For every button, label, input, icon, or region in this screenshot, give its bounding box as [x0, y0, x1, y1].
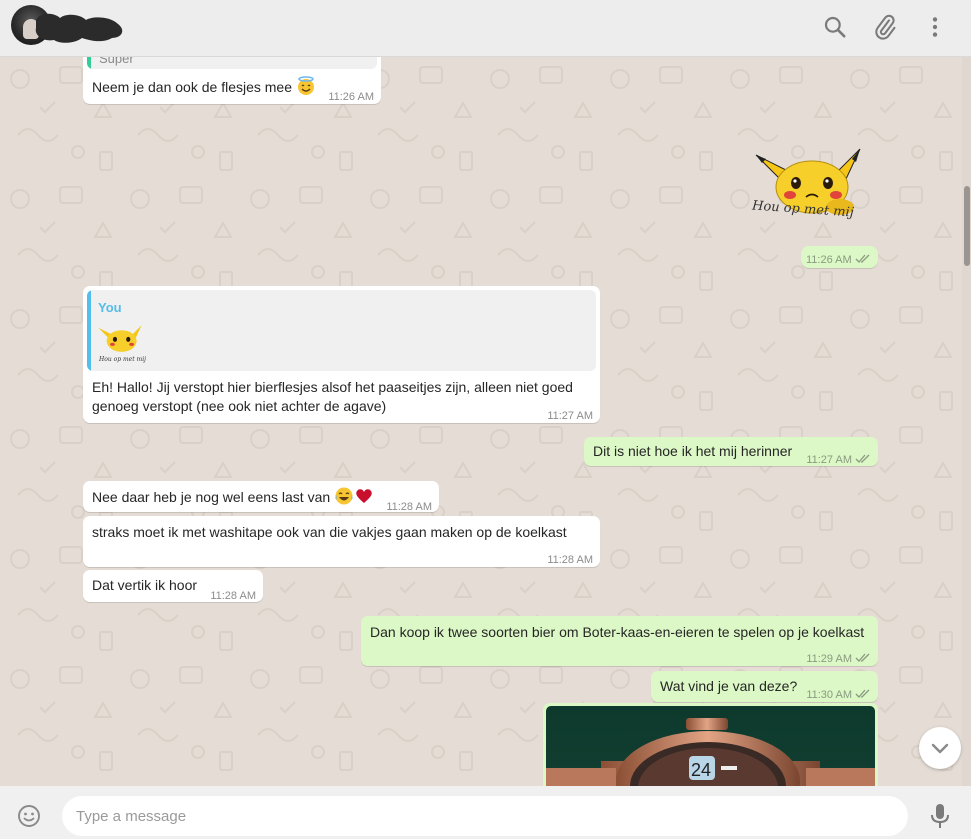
composer-bar [0, 786, 971, 839]
face-with-tears-of-joy-icon [335, 487, 353, 505]
message-text-line: Eh! Hallo! Jij verstopt hier bierflesjes… [92, 379, 573, 395]
redacted-contact-name [35, 13, 123, 43]
watch-photo[interactable]: 24 [546, 706, 875, 786]
search-icon[interactable] [822, 14, 848, 40]
scrollbar-thumb[interactable] [964, 186, 970, 266]
message-outgoing-image[interactable]: 24 [543, 703, 878, 786]
message-text: Wat vind je van deze? [660, 678, 798, 694]
message-time: 11:30 AM [806, 689, 852, 701]
message-text-content: Neem je dan ook de flesjes mee [92, 79, 292, 95]
message-outgoing[interactable]: Dit is niet hoe ik het mij herinner 11:2… [584, 437, 878, 466]
read-ticks-icon [855, 454, 870, 463]
microphone-icon[interactable] [929, 803, 951, 829]
sticker-time-badge: 11:26 AM [801, 246, 878, 268]
message-text: Dan koop ik twee soorten bier om Boter-k… [370, 624, 865, 640]
message-text: Neem je dan ook de flesjes mee [92, 76, 316, 97]
message-text-line: genoeg verstopt (nee ook niet achter de … [92, 398, 387, 414]
read-ticks-icon [855, 653, 870, 662]
paperclip-icon[interactable] [872, 14, 898, 40]
message-time: 11:28 AM [547, 554, 593, 566]
scroll-to-bottom-button[interactable] [919, 727, 961, 769]
pikachu-sticker[interactable] [748, 137, 873, 232]
smiling-face-with-halo-icon [297, 76, 314, 95]
message-input[interactable] [62, 796, 908, 836]
message-text: Dit is niet hoe ik het mij herinner [593, 443, 793, 459]
emoji-icon[interactable] [17, 804, 41, 828]
message-incoming[interactable]: Super Neem je dan ook de flesjes mee 11:… [83, 57, 381, 104]
message-incoming[interactable]: You Hou op met mij Eh! Hallo! Jij versto… [83, 286, 600, 423]
quoted-text: Super [99, 57, 134, 66]
quoted-author: You [98, 300, 122, 315]
message-time: 11:27 AM [806, 454, 852, 466]
message-text: Dat vertik ik hoor [92, 577, 198, 593]
quoted-message[interactable]: Super [87, 57, 377, 69]
message-time: 11:29 AM [806, 653, 852, 665]
message-text: Nee daar heb je nog wel eens last van [92, 486, 374, 507]
message-outgoing[interactable]: Wat vind je van deze? 11:30 AM [651, 671, 878, 702]
message-time: 11:26 AM [328, 91, 374, 103]
quoted-sticker-caption: Hou op met mij [99, 356, 147, 363]
quoted-message[interactable]: You Hou op met mij [87, 290, 596, 371]
message-outgoing[interactable]: Dan koop ik twee soorten bier om Boter-k… [361, 616, 878, 666]
message-text: straks moet ik met washitape ook van die… [92, 524, 567, 540]
message-list[interactable]: Super Neem je dan ook de flesjes mee 11:… [0, 57, 962, 786]
message-incoming[interactable]: Dat vertik ik hoor 11:28 AM [83, 570, 263, 602]
message-time: 11:26 AM [806, 254, 852, 266]
red-heart-icon [356, 489, 372, 503]
chevron-down-icon [931, 743, 949, 754]
read-ticks-icon [855, 254, 870, 263]
message-incoming[interactable]: Nee daar heb je nog wel eens last van 11… [83, 481, 439, 513]
message-time: 11:27 AM [547, 410, 593, 422]
svg-text:24: 24 [691, 760, 711, 780]
message-time: 11:28 AM [210, 590, 256, 602]
message-incoming[interactable]: straks moet ik met washitape ook van die… [83, 516, 600, 567]
message-text-content: Nee daar heb je nog wel eens last van [92, 489, 331, 505]
menu-dots-icon[interactable] [922, 14, 948, 40]
message-time: 11:28 AM [386, 501, 432, 513]
read-ticks-icon [855, 689, 870, 698]
scrollbar-track[interactable] [962, 57, 971, 786]
chat-header [0, 0, 971, 57]
